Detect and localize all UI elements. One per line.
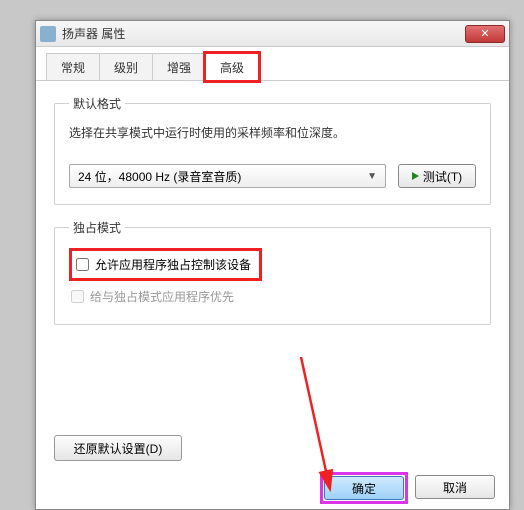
format-select-value: 24 位，48000 Hz (录音室音质): [78, 168, 241, 185]
play-icon: [412, 172, 419, 180]
window-title: 扬声器 属性: [62, 25, 465, 42]
ok-highlight: 确定: [323, 475, 405, 501]
default-format-desc: 选择在共享模式中运行时使用的采样频率和位深度。: [69, 124, 476, 142]
test-button-label: 测试(T): [423, 168, 462, 185]
test-button[interactable]: 测试(T): [398, 164, 476, 188]
allow-exclusive-row[interactable]: 允许应用程序独占控制该设备: [74, 253, 253, 276]
restore-defaults-button[interactable]: 还原默认设置(D): [54, 435, 182, 461]
allow-exclusive-label: 允许应用程序独占控制该设备: [95, 256, 251, 273]
exclusive-priority-checkbox: [71, 290, 84, 303]
allow-exclusive-checkbox[interactable]: [76, 258, 89, 271]
exclusive-priority-row: 给与独占模式应用程序优先: [69, 285, 476, 308]
tab-general[interactable]: 常规: [46, 53, 100, 80]
speaker-properties-dialog: 扬声器 属性 ✕ 常规 级别 增强 高级 默认格式 选择在共享模式中运行时使用的…: [35, 20, 510, 510]
ok-button[interactable]: 确定: [324, 476, 404, 500]
exclusive-priority-label: 给与独占模式应用程序优先: [90, 288, 234, 305]
speaker-icon: [40, 26, 56, 42]
tab-advanced[interactable]: 高级: [205, 53, 259, 81]
tab-enhance[interactable]: 增强: [152, 53, 206, 80]
chevron-down-icon: ▼: [367, 171, 377, 182]
format-select[interactable]: 24 位，48000 Hz (录音室音质) ▼: [69, 164, 386, 188]
tab-strip: 常规 级别 增强 高级: [36, 47, 509, 81]
close-icon: ✕: [480, 27, 489, 40]
exclusive-mode-legend: 独占模式: [69, 219, 125, 236]
close-button[interactable]: ✕: [465, 25, 505, 43]
default-format-legend: 默认格式: [69, 95, 125, 112]
dialog-footer: 确定 取消: [323, 475, 495, 501]
exclusive-mode-group: 独占模式 允许应用程序独占控制该设备 给与独占模式应用程序优先: [54, 219, 491, 325]
tab-panel-advanced: 默认格式 选择在共享模式中运行时使用的采样频率和位深度。 24 位，48000 …: [36, 81, 509, 471]
tab-levels[interactable]: 级别: [99, 53, 153, 80]
cancel-button[interactable]: 取消: [415, 475, 495, 499]
titlebar[interactable]: 扬声器 属性 ✕: [36, 21, 509, 47]
default-format-group: 默认格式 选择在共享模式中运行时使用的采样频率和位深度。 24 位，48000 …: [54, 95, 491, 205]
